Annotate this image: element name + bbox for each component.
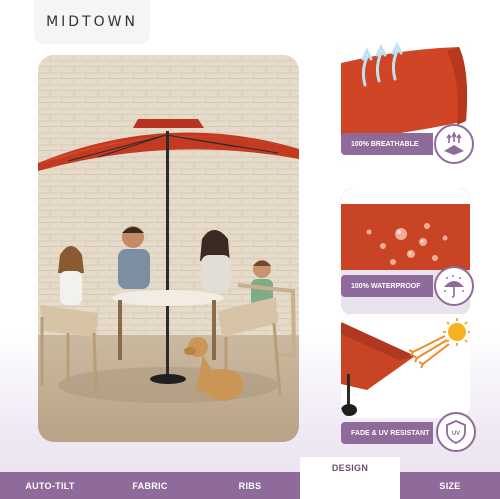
feature-text: 100% WATERPROOF: [351, 282, 421, 290]
tab-label: DESIGN: [331, 463, 369, 473]
feature-text: FADE & UV RESISTANT: [351, 429, 430, 437]
uv-badge: UV: [436, 412, 476, 452]
tab-design[interactable]: DESIGN: [300, 457, 400, 499]
uv-badge-text: UV: [452, 431, 460, 437]
tab-label: AUTO-TILT: [25, 480, 75, 491]
feature-label-uv: FADE & UV RESISTANT: [341, 422, 433, 444]
feature-tabs: AUTO-TILT FABRIC RIBS DESIGN SIZE: [0, 457, 500, 499]
umbrella-rain-icon: [444, 275, 464, 298]
tab-size[interactable]: SIZE: [400, 472, 500, 499]
tab-label: RIBS: [238, 480, 262, 491]
uv-umbrella-illustration: [341, 314, 470, 418]
breathable-badge: [434, 124, 474, 164]
brand-logo-text: MIDTOWN: [46, 14, 138, 30]
tab-fabric[interactable]: FABRIC: [100, 472, 200, 499]
tab-auto-tilt[interactable]: AUTO-TILT: [0, 472, 100, 499]
uv-shield-icon: UV: [446, 420, 466, 444]
tab-ribs[interactable]: RIBS: [200, 472, 300, 499]
patio-scene-illustration: [38, 55, 299, 442]
waterproof-badge: [434, 266, 474, 306]
brand-header: MIDTOWN: [34, 0, 150, 44]
lifestyle-photo: [38, 55, 299, 442]
tab-label: SIZE: [439, 480, 461, 491]
feature-label-breathable: 100% BREATHABLE: [341, 133, 433, 155]
feature-label-waterproof: 100% WATERPROOF: [341, 275, 433, 297]
breathable-icon: [444, 131, 464, 155]
tab-label: FABRIC: [132, 480, 168, 491]
feature-text: 100% BREATHABLE: [351, 140, 419, 148]
feature-card-uv: [341, 314, 470, 418]
